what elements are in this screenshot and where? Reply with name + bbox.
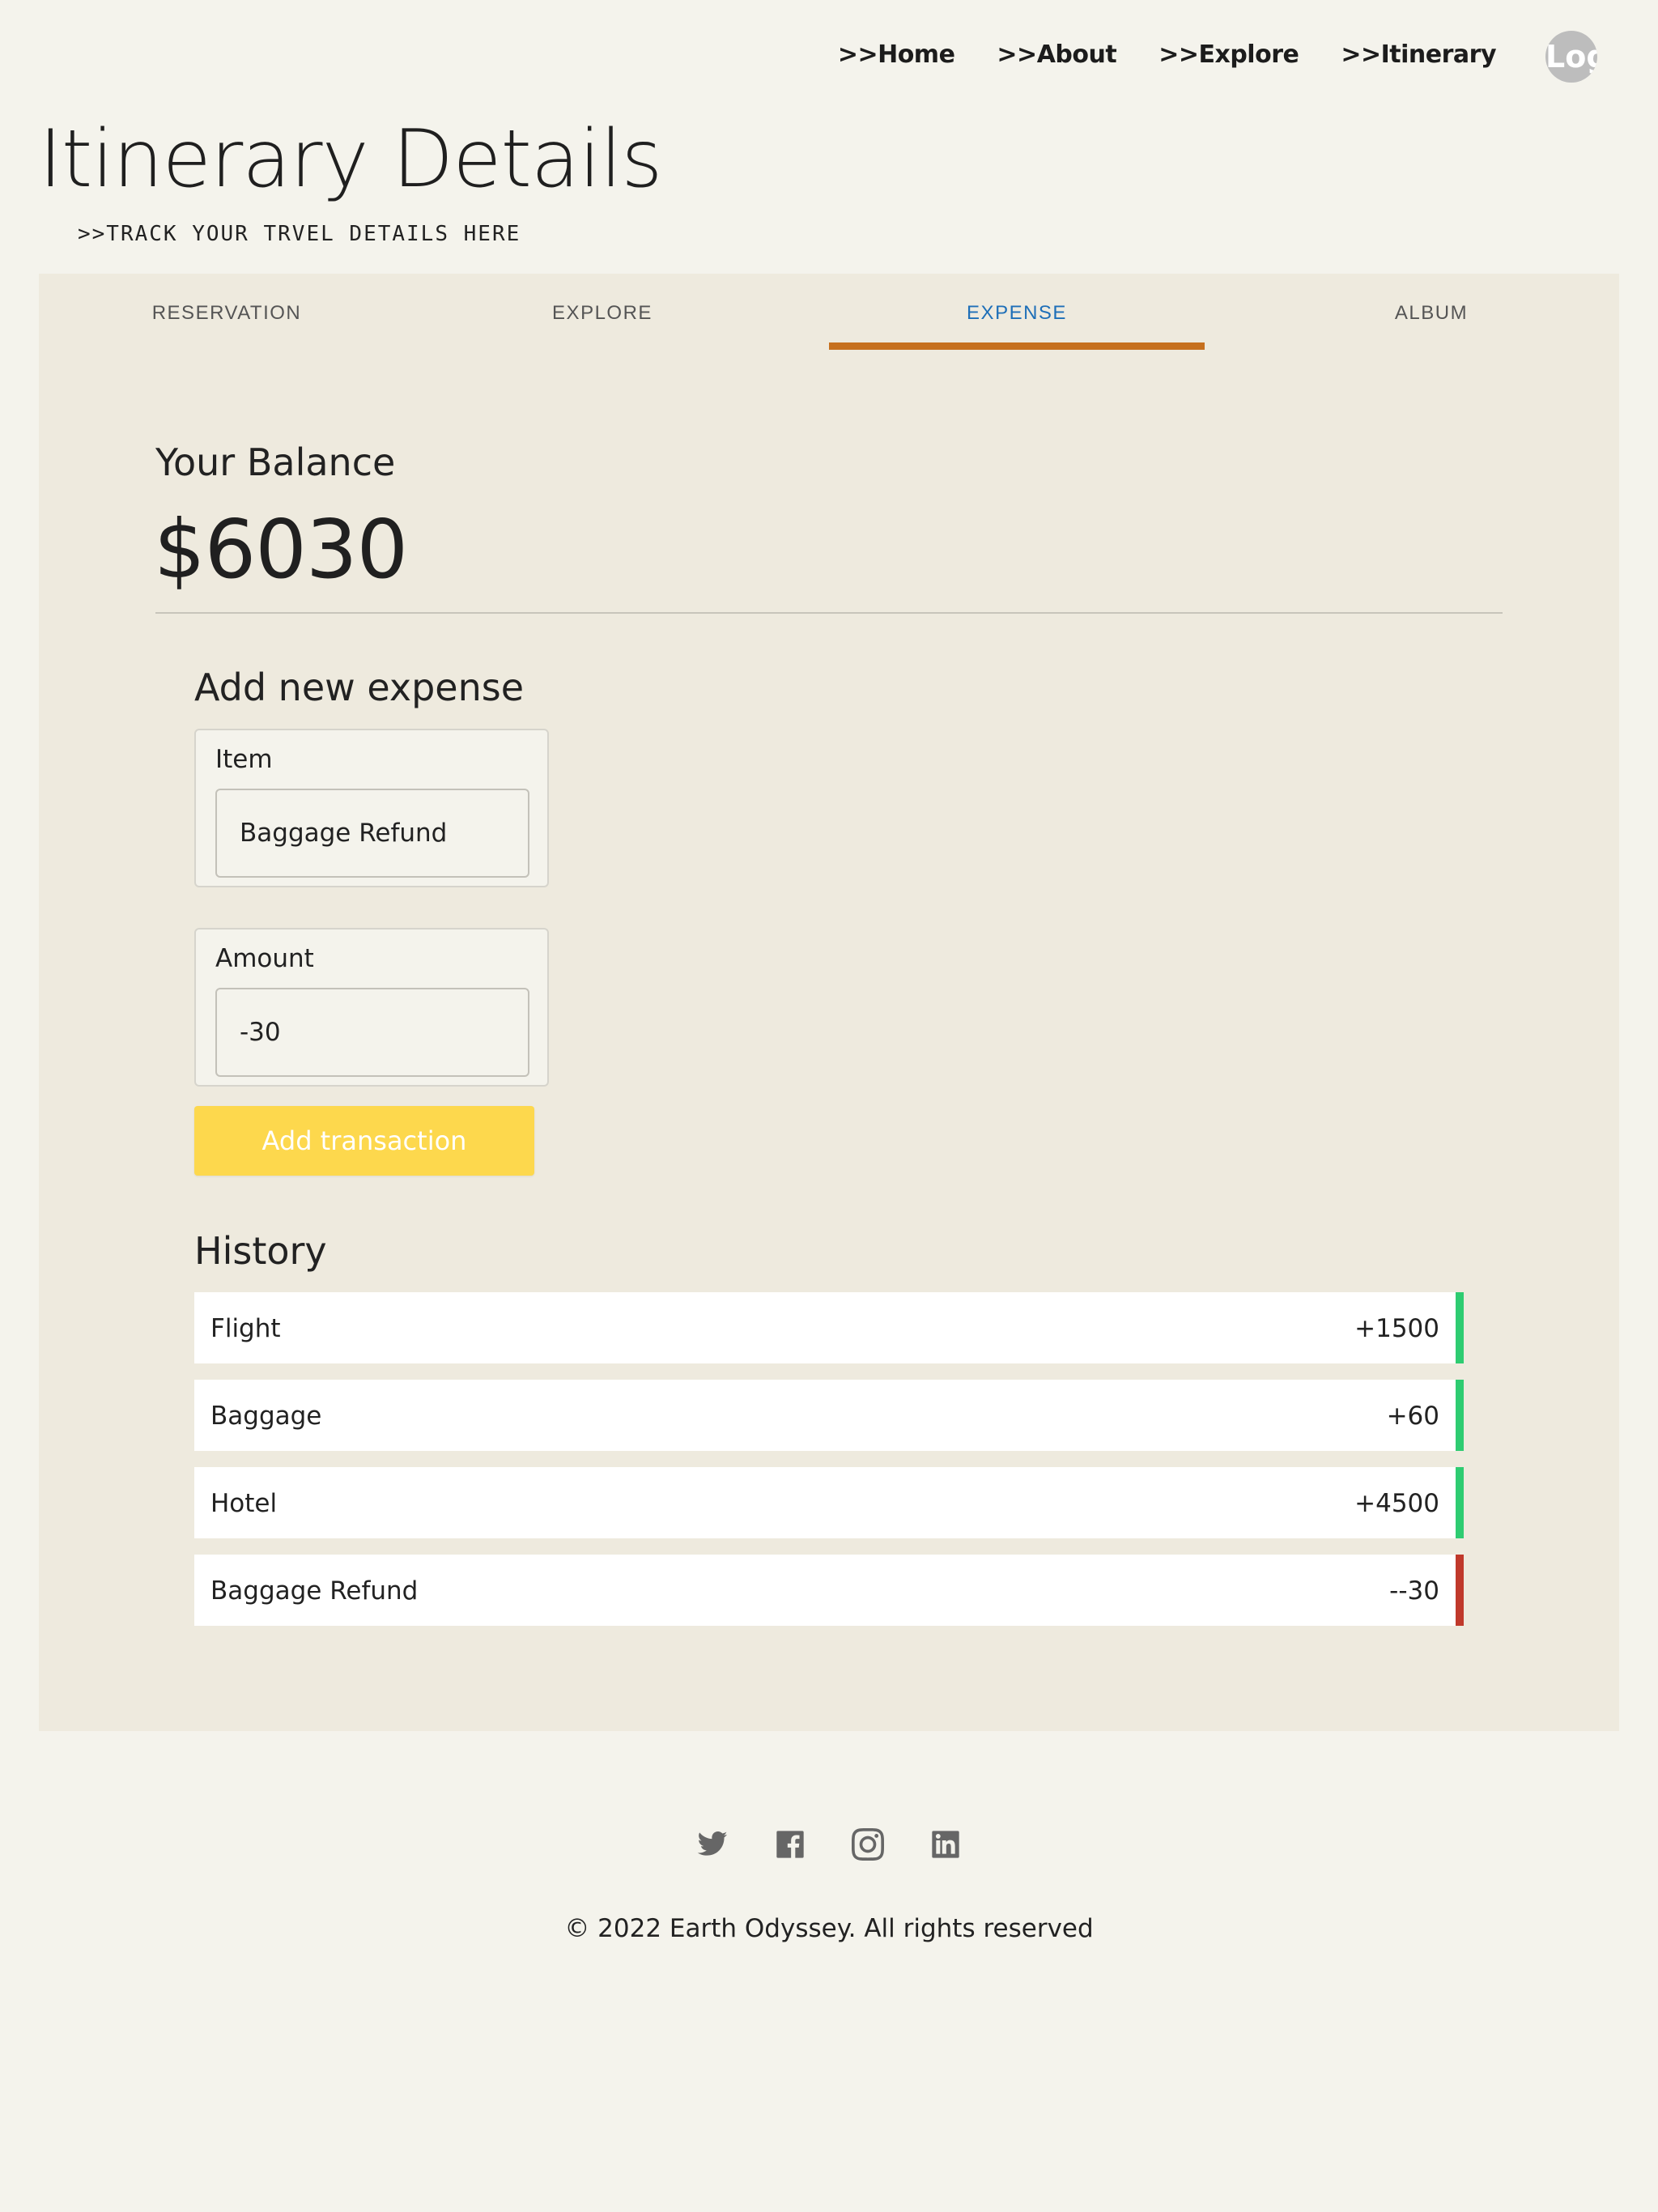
history-item-amount: --30: [1389, 1576, 1439, 1606]
tab-reservation[interactable]: RESERVATION: [39, 274, 414, 350]
history-item-amount: +4500: [1354, 1489, 1439, 1518]
item-field-group: Item: [194, 729, 549, 887]
history-item-name: Baggage: [210, 1402, 322, 1431]
nav-link-about[interactable]: >>About: [997, 40, 1116, 69]
nav-link-home[interactable]: >>Home: [838, 40, 955, 69]
nav-link-itinerary[interactable]: >>Itinerary: [1341, 40, 1496, 69]
linkedin-icon[interactable]: [929, 1828, 962, 1861]
plus-indicator: [1456, 1467, 1464, 1538]
tab-explore[interactable]: EXPLORE: [414, 274, 790, 350]
plus-indicator: [1456, 1380, 1464, 1451]
item-input[interactable]: [215, 789, 529, 878]
tab-bar: RESERVATION EXPLORE EXPENSE ALBUM: [39, 274, 1619, 355]
history-item-name: Baggage Refund: [210, 1576, 419, 1606]
history-item-name: Flight: [210, 1314, 281, 1343]
nav-links: >>Home >>About >>Explore >>Itinerary: [838, 40, 1497, 69]
login-avatar-button[interactable]: Log: [1545, 31, 1597, 83]
tab-expense[interactable]: EXPENSE: [829, 274, 1205, 350]
divider: [155, 612, 1503, 614]
facebook-icon[interactable]: [774, 1828, 806, 1861]
page-subtitle: >>TRACK YOUR TRVEL DETAILS HERE: [78, 222, 521, 246]
balance-label: Your Balance: [155, 440, 396, 484]
instagram-icon[interactable]: [852, 1828, 884, 1861]
tab-album[interactable]: ALBUM: [1244, 274, 1619, 350]
minus-indicator: [1456, 1555, 1464, 1626]
copyright-text: © 2022 Earth Odyssey. All rights reserve…: [564, 1914, 1094, 1943]
twitter-icon[interactable]: [696, 1828, 729, 1861]
history-item: Hotel +4500: [194, 1467, 1464, 1538]
history-list: Flight +1500 Baggage +60 Hotel +4500 Bag…: [194, 1292, 1464, 1642]
amount-field-group: Amount: [194, 928, 549, 1087]
nav-link-explore[interactable]: >>Explore: [1158, 40, 1299, 69]
amount-label: Amount: [215, 944, 314, 973]
social-links: [0, 1828, 1658, 1861]
history-item: Baggage +60: [194, 1380, 1464, 1451]
history-item-name: Hotel: [210, 1489, 278, 1518]
history-item: Baggage Refund --30: [194, 1555, 1464, 1626]
balance-value: $6030: [154, 502, 408, 597]
history-item-amount: +60: [1386, 1402, 1439, 1431]
history-item-amount: +1500: [1354, 1314, 1439, 1343]
add-expense-heading: Add new expense: [194, 666, 525, 709]
top-navigation: >>Home >>About >>Explore >>Itinerary Log: [0, 31, 1658, 83]
amount-input[interactable]: [215, 988, 529, 1077]
add-transaction-button[interactable]: Add transaction: [194, 1106, 534, 1176]
expense-panel: RESERVATION EXPLORE EXPENSE ALBUM Your B…: [39, 274, 1619, 1731]
page-title: Itinerary Details: [39, 113, 662, 206]
history-heading: History: [194, 1229, 327, 1273]
plus-indicator: [1456, 1292, 1464, 1363]
history-item: Flight +1500: [194, 1292, 1464, 1363]
item-label: Item: [215, 745, 273, 774]
